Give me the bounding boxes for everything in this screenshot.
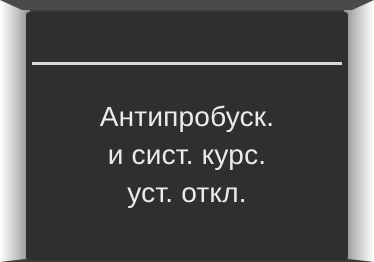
display-divider-line xyxy=(32,62,342,65)
cluster-display-frame: Антипробуск. и сист. курс. уст. откл. xyxy=(0,0,374,262)
message-line-3: уст. откл. xyxy=(127,177,247,208)
message-line-2: и сист. курс. xyxy=(107,139,267,170)
warning-message: Антипробуск. и сист. курс. уст. откл. xyxy=(26,98,348,212)
message-line-1: Антипробуск. xyxy=(99,101,275,132)
